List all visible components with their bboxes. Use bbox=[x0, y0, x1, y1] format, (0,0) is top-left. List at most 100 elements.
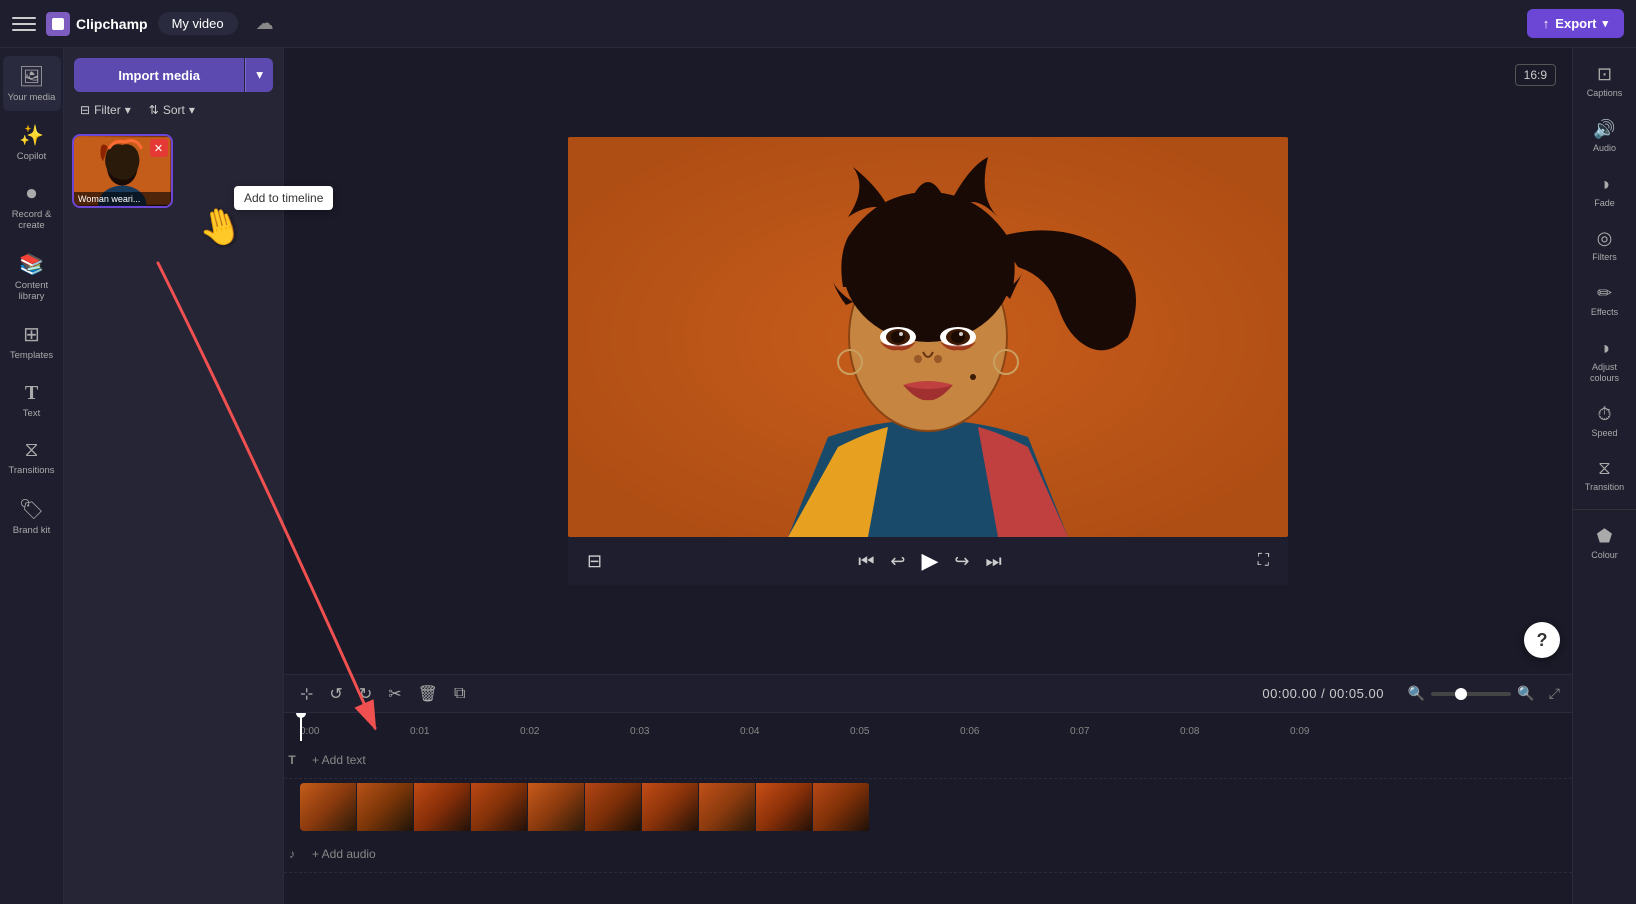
aspect-ratio-button[interactable]: 16:9 bbox=[1515, 64, 1556, 86]
thumb-label: Woman weari... bbox=[74, 192, 171, 206]
fade-label: Fade bbox=[1594, 198, 1615, 209]
sidebar-item-copilot[interactable]: ✨ Copilot bbox=[3, 115, 61, 170]
media-grid: ✕ Woman weari... bbox=[64, 128, 283, 904]
ruler-mark-8: 0:08 bbox=[1180, 726, 1199, 737]
sidebar-label-text: Text bbox=[23, 408, 40, 419]
export-button[interactable]: ↑ Export ▾ bbox=[1527, 9, 1624, 38]
undo-button[interactable]: ↺ bbox=[325, 680, 346, 708]
speed-icon: ⏱ bbox=[1597, 404, 1611, 425]
timeline-time-display: 00:00.00 / 00:05.00 bbox=[1262, 686, 1384, 701]
sort-chevron-icon: ▾ bbox=[189, 103, 195, 117]
colour-icon: ⬟ bbox=[1597, 526, 1613, 547]
strip-frame-10 bbox=[813, 783, 870, 831]
fast-forward-button[interactable]: ↪ bbox=[951, 548, 972, 575]
expand-timeline-button[interactable]: ⤢ bbox=[1549, 685, 1560, 702]
right-sidebar-item-audio[interactable]: 🔊 Audio bbox=[1576, 111, 1634, 162]
text-track-icon: T bbox=[284, 753, 300, 767]
project-tab[interactable]: My video bbox=[158, 12, 238, 35]
your-media-icon: 🖼 bbox=[19, 64, 44, 89]
import-media-button[interactable]: Import media bbox=[74, 58, 244, 92]
playhead[interactable] bbox=[300, 713, 302, 741]
add-text-button[interactable]: + Add text bbox=[300, 741, 378, 778]
sidebar-item-brand-kit[interactable]: 🏷 Brand kit bbox=[3, 489, 61, 544]
sort-label: Sort bbox=[163, 103, 185, 117]
speed-label: Speed bbox=[1591, 428, 1617, 439]
sidebar-item-text[interactable]: T Text bbox=[3, 374, 61, 427]
cut-button[interactable]: ✂ bbox=[384, 680, 405, 708]
play-button[interactable]: ▶ bbox=[918, 545, 941, 577]
export-upload-icon: ↑ bbox=[1543, 16, 1550, 31]
filter-button[interactable]: ⊟ Filter ▾ bbox=[74, 100, 137, 120]
right-sidebar-item-transition[interactable]: ⧖ Transition bbox=[1576, 450, 1634, 501]
ruler-mark-7: 0:07 bbox=[1070, 726, 1089, 737]
skip-forward-button[interactable]: ⏭ bbox=[983, 548, 1005, 575]
media-panel: Import media ▾ ⊟ Filter ▾ ⇅ Sort ▾ bbox=[64, 48, 284, 904]
right-sidebar: ⊡ Captions 🔊 Audio ◑ Fade ◎ Filters ✏ Ef… bbox=[1572, 48, 1636, 904]
filter-icon: ⊟ bbox=[80, 103, 90, 117]
zoom-out-icon: 🔍 bbox=[1408, 685, 1425, 702]
right-sidebar-item-filters[interactable]: ◎ Filters bbox=[1576, 220, 1634, 271]
filter-chevron-icon: ▾ bbox=[125, 103, 131, 117]
video-frame bbox=[568, 137, 1288, 537]
logo: Clipchamp bbox=[46, 12, 148, 36]
effects-icon: ✏ bbox=[1597, 283, 1612, 304]
effects-label: Effects bbox=[1591, 307, 1618, 318]
ruler-mark-2: 0:02 bbox=[520, 726, 539, 737]
sidebar-label-transitions: Transitions bbox=[8, 465, 54, 476]
captions-label: Captions bbox=[1587, 88, 1623, 99]
hamburger-menu[interactable] bbox=[12, 12, 36, 36]
transitions-icon: ⧖ bbox=[24, 439, 38, 462]
fade-icon: ◑ bbox=[1599, 174, 1610, 195]
zoom-slider[interactable] bbox=[1431, 692, 1511, 696]
fullscreen-button[interactable]: ⛶ bbox=[1255, 549, 1272, 573]
redo-button[interactable]: ↻ bbox=[355, 680, 376, 708]
sort-button[interactable]: ⇅ Sort ▾ bbox=[143, 100, 201, 120]
sidebar-item-transitions[interactable]: ⧖ Transitions bbox=[3, 431, 61, 484]
add-text-label: + Add text bbox=[312, 753, 366, 767]
right-sidebar-item-effects[interactable]: ✏ Effects bbox=[1576, 275, 1634, 326]
magnet-button[interactable]: ⊹ bbox=[296, 680, 317, 708]
media-thumbnail-woman[interactable]: ✕ Woman weari... bbox=[74, 136, 171, 206]
sidebar-label-copilot: Copilot bbox=[17, 151, 47, 162]
thumb-delete-button[interactable]: ✕ bbox=[150, 139, 168, 157]
captions-icon: ⊡ bbox=[1597, 64, 1612, 85]
audio-icon: 🔊 bbox=[1593, 119, 1615, 140]
help-button[interactable]: ? bbox=[1524, 622, 1560, 658]
right-sidebar-item-fade[interactable]: ◑ Fade bbox=[1576, 166, 1634, 217]
captions-toggle-button[interactable]: ⊟ bbox=[584, 548, 605, 575]
transition-icon: ⧖ bbox=[1598, 458, 1611, 479]
skip-back-button[interactable]: ⏮ bbox=[855, 548, 877, 575]
adjust-colours-icon: ◑ bbox=[1599, 338, 1610, 359]
video-track-row bbox=[284, 779, 1572, 835]
filter-label: Filter bbox=[94, 103, 121, 117]
media-panel-header: Import media ▾ ⊟ Filter ▾ ⇅ Sort ▾ bbox=[64, 48, 283, 128]
strip-frame-3 bbox=[414, 783, 471, 831]
add-audio-button[interactable]: + Add audio bbox=[300, 835, 388, 872]
ruler-mark-9: 0:09 bbox=[1290, 726, 1309, 737]
right-sidebar-item-colour[interactable]: ⬟ Colour bbox=[1576, 518, 1634, 569]
sidebar-item-content-library[interactable]: 📚 Content library bbox=[3, 244, 61, 311]
strip-frame-8 bbox=[699, 783, 756, 831]
right-sidebar-item-speed[interactable]: ⏱ Speed bbox=[1576, 396, 1634, 447]
sidebar-item-templates[interactable]: ⊞ Templates bbox=[3, 314, 61, 369]
sort-icon: ⇅ bbox=[149, 103, 159, 117]
strip-frame-4 bbox=[471, 783, 528, 831]
video-strip[interactable] bbox=[300, 783, 870, 831]
vc-left: ⊟ bbox=[584, 548, 605, 575]
right-sidebar-item-adjust-colours[interactable]: ◑ Adjust colours bbox=[1576, 330, 1634, 392]
export-label: Export bbox=[1555, 16, 1596, 31]
strip-frame-5 bbox=[528, 783, 585, 831]
rewind-button[interactable]: ↩ bbox=[887, 548, 908, 575]
copilot-icon: ✨ bbox=[19, 123, 44, 148]
import-btn-wrapper: Import media ▾ bbox=[74, 58, 273, 92]
sidebar-label-record-create: Record & create bbox=[7, 209, 57, 232]
right-sidebar-item-captions[interactable]: ⊡ Captions bbox=[1576, 56, 1634, 107]
strip-frame-1 bbox=[300, 783, 357, 831]
templates-icon: ⊞ bbox=[23, 322, 40, 347]
ruler-mark-0: 0:00 bbox=[300, 726, 319, 737]
sidebar-item-record-create[interactable]: ⏺ Record & create bbox=[3, 175, 61, 240]
import-media-arrow-button[interactable]: ▾ bbox=[245, 58, 273, 92]
delete-button[interactable]: 🗑 bbox=[414, 680, 442, 708]
save-frame-button[interactable]: ⧉ bbox=[450, 681, 469, 707]
sidebar-item-your-media[interactable]: 🖼 Your media bbox=[3, 56, 61, 111]
